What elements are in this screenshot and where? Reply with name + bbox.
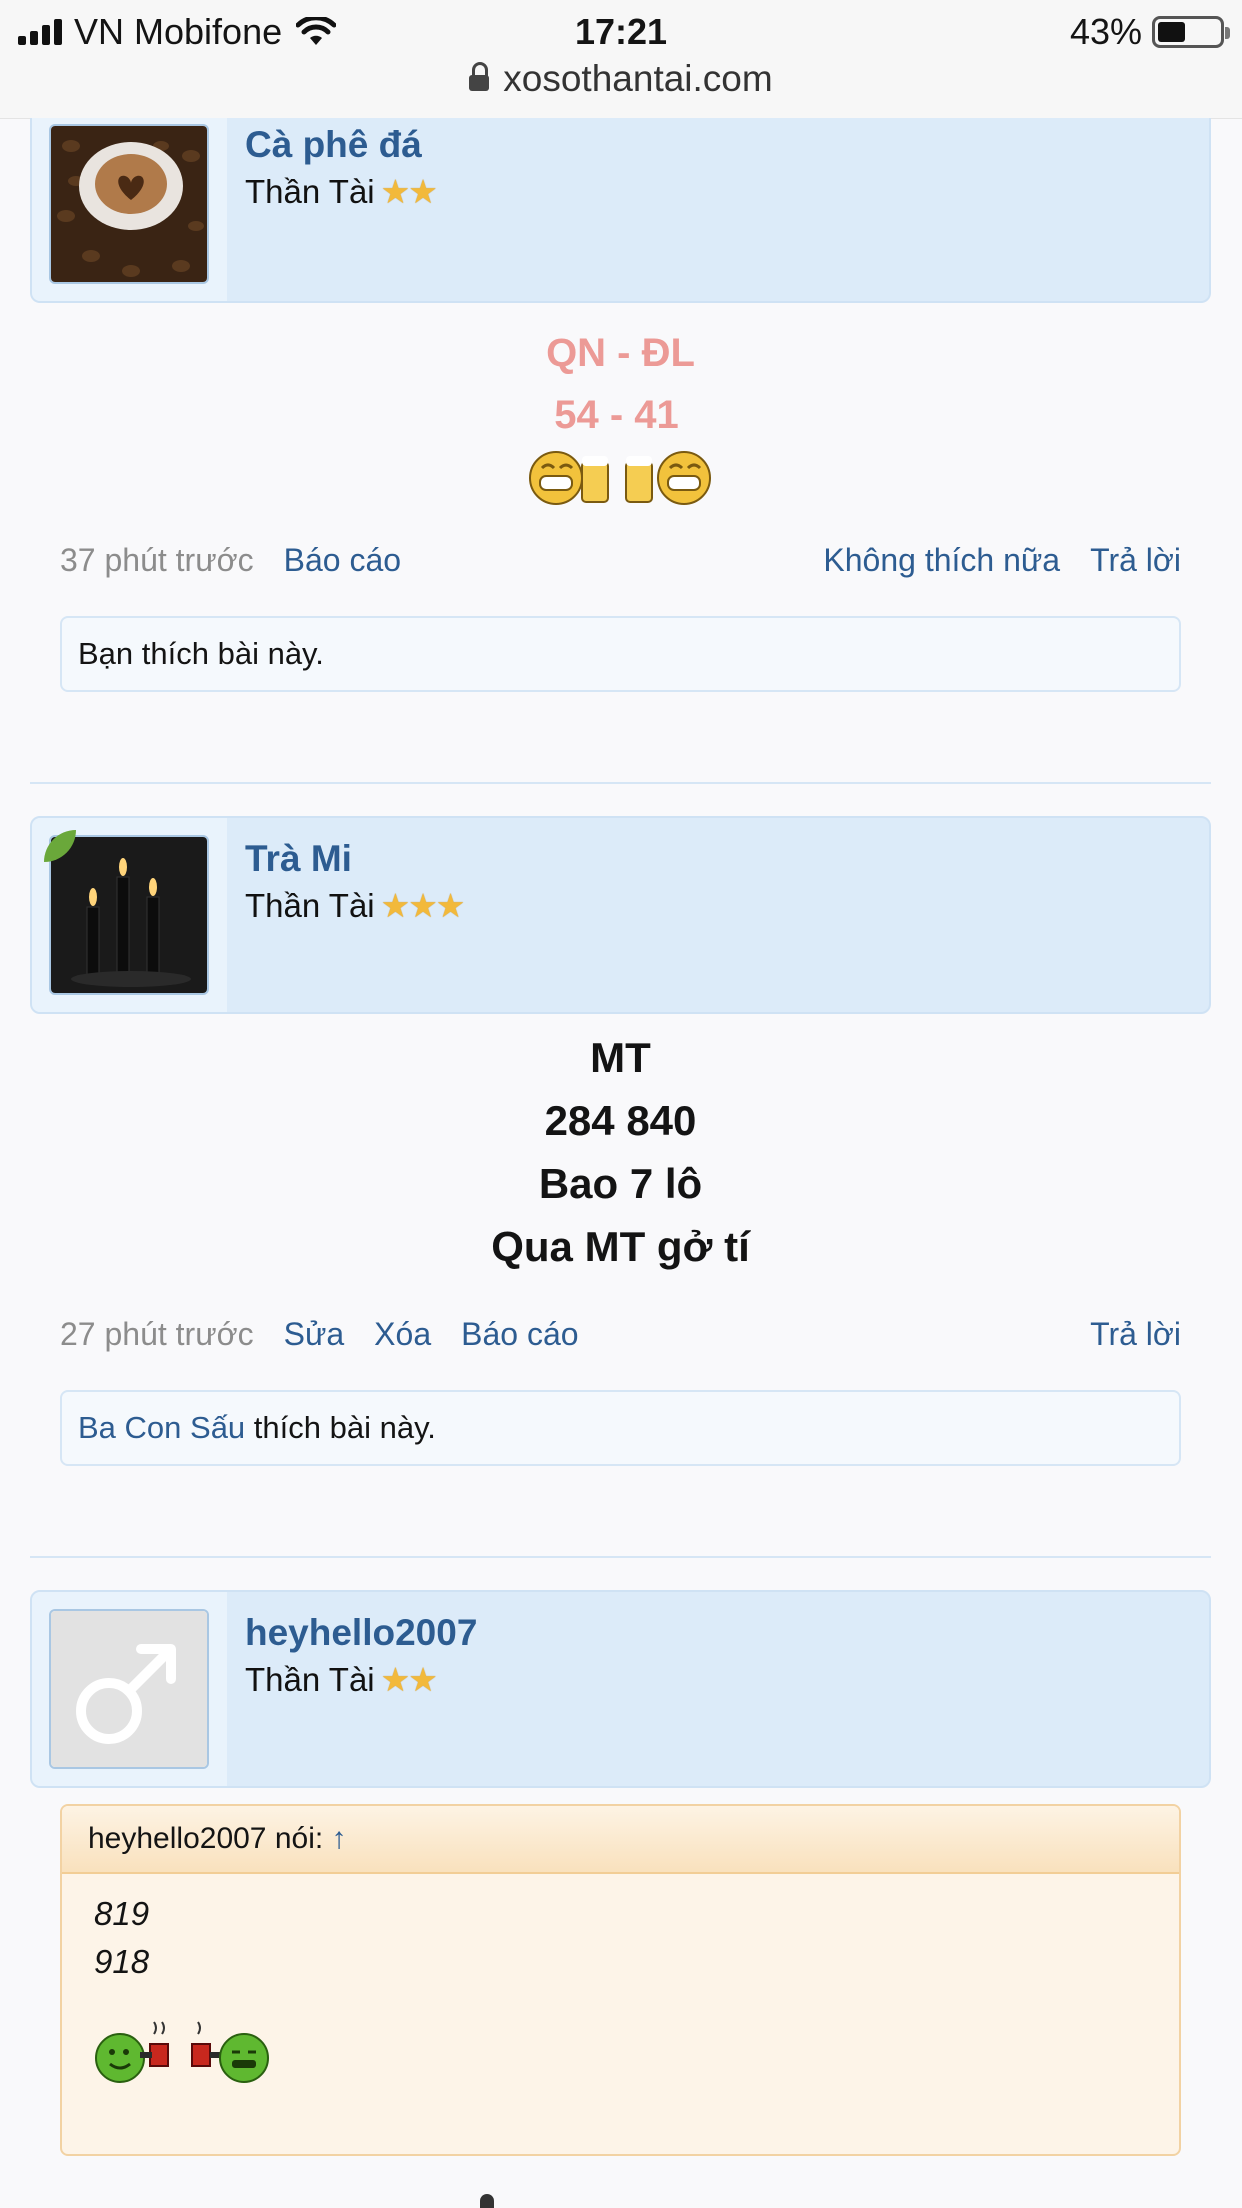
reply-link[interactable]: Trả lời <box>1090 542 1181 579</box>
likes-summary: Ba Con Sấu thích bài này. <box>60 1390 1181 1466</box>
post-time: 37 phút trước <box>60 542 254 578</box>
unlike-link[interactable]: Không thích nữa <box>823 542 1060 579</box>
report-link[interactable]: Báo cáo <box>284 542 401 579</box>
post-line: MT <box>590 1034 651 1081</box>
report-link[interactable]: Báo cáo <box>461 1316 578 1353</box>
rank-label: Thần Tài <box>245 886 375 924</box>
username-link[interactable]: Cà phê đá <box>245 124 422 166</box>
cheers-emoticon <box>30 448 1211 518</box>
browser-status-bar: VN Mobifone 17:21 43% xosothantai.com <box>0 0 1242 119</box>
star-rating: ★★★ <box>380 887 466 924</box>
quote-header: heyhello2007 nói: ↑ <box>62 1806 1179 1874</box>
rank-label: Thần Tài <box>245 1660 375 1698</box>
avatar[interactable] <box>49 835 209 995</box>
candles-icon <box>51 837 207 993</box>
username-link[interactable]: heyhello2007 <box>245 1612 477 1654</box>
post-line: 284 840 <box>544 1097 697 1144</box>
url-text: xosothantai.com <box>503 58 773 99</box>
post-meta: 27 phút trước Sửa Xóa Báo cáo Trả lời <box>60 1316 1181 1353</box>
post-header: heyhello2007 Thần Tài ★★ <box>30 1590 1211 1788</box>
post-content: MT 284 840 Bao 7 lô Qua MT gở tí <box>30 1026 1211 1278</box>
quote-block: heyhello2007 nói: ↑ 819 918 <box>60 1804 1181 2156</box>
post-header: Trà Mi Thần Tài ★★★ <box>30 816 1211 1014</box>
address-bar[interactable]: xosothantai.com <box>0 58 1242 100</box>
avatar[interactable] <box>49 1609 209 1769</box>
post-divider <box>30 782 1211 784</box>
post-line: Bao 7 lô <box>538 1160 703 1207</box>
user-rank: Thần Tài ★★ <box>245 1660 438 1699</box>
post-line: 54 - 41 <box>554 393 679 437</box>
edit-link[interactable]: Sửa <box>284 1316 345 1353</box>
quote-line: 918 <box>94 1943 150 1980</box>
post-header: Cà phê đá Thần Tài ★★ <box>30 118 1211 303</box>
post-line: QN - ĐL <box>546 331 695 375</box>
coffee-cup-icon <box>51 126 207 282</box>
quote-line: 819 <box>94 1895 150 1932</box>
battery-percent: 43% <box>1069 11 1142 52</box>
liker-link[interactable]: Ba Con Sấu <box>78 1410 245 1445</box>
post-content: QN - ĐL 54 - 41 <box>30 322 1211 518</box>
post-divider <box>30 1556 1211 1558</box>
star-rating: ★★ <box>380 1661 438 1698</box>
toast-emoticon <box>94 2016 1147 2099</box>
delete-link[interactable]: Xóa <box>374 1316 431 1353</box>
post-meta: 37 phút trước Báo cáo Không thích nữa Tr… <box>60 542 1181 579</box>
lock-icon <box>469 62 490 91</box>
rank-label: Thần Tài <box>245 172 375 210</box>
star-rating: ★★ <box>380 173 438 210</box>
likes-text: Bạn thích bài này. <box>78 636 324 671</box>
male-default-avatar-icon <box>51 1611 207 1767</box>
user-rank: Thần Tài ★★★ <box>245 886 466 925</box>
post-line: Qua MT gở tí <box>491 1223 750 1270</box>
battery-area: 43% <box>1069 10 1230 54</box>
partial-emoticon <box>480 2194 494 2208</box>
user-rank: Thần Tài ★★ <box>245 172 438 211</box>
likes-summary: Bạn thích bài này. <box>60 616 1181 692</box>
reply-link[interactable]: Trả lời <box>1090 1316 1181 1353</box>
battery-icon <box>1152 16 1230 48</box>
quote-body: 819 918 <box>62 1874 1179 2115</box>
likes-text: thích bài này. <box>245 1410 436 1445</box>
go-to-quote-arrow-icon[interactable]: ↑ <box>332 1822 347 1855</box>
post-time: 27 phút trước <box>60 1316 254 1352</box>
quote-author: heyhello2007 nói: <box>88 1822 324 1855</box>
username-link[interactable]: Trà Mi <box>245 838 352 880</box>
clock: 17:21 <box>574 11 668 52</box>
avatar[interactable] <box>49 124 209 284</box>
